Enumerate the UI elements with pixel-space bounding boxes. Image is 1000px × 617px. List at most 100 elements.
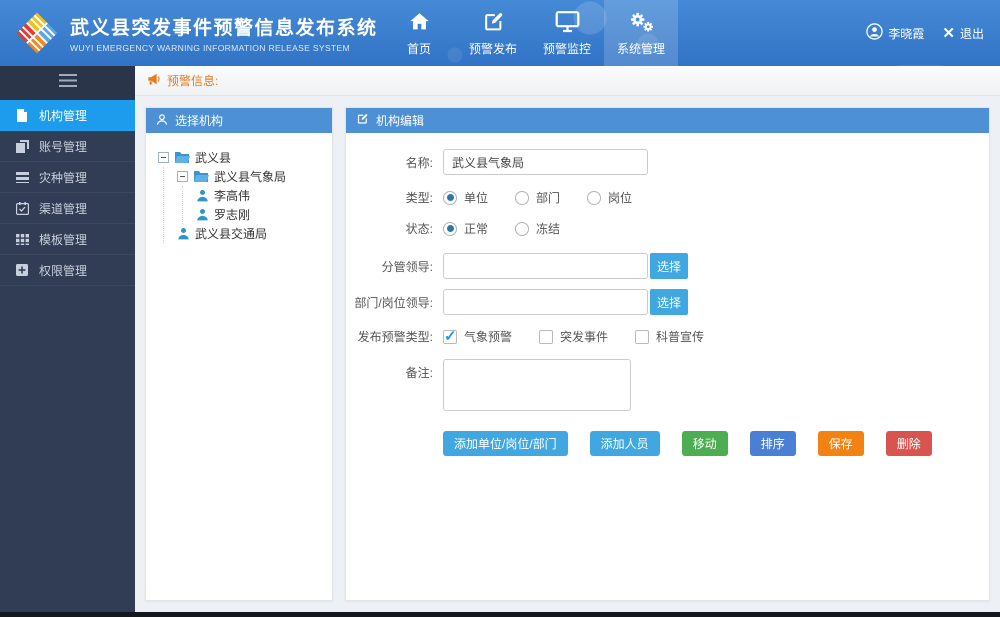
sidebar-collapse-button[interactable]: [0, 66, 135, 100]
nav-item-warning-monitor[interactable]: 预警监控: [530, 0, 604, 66]
calendar-icon: [15, 202, 29, 215]
brand: 武义县突发事件预警信息发布系统 WUYI EMERGENCY WARNING I…: [0, 0, 382, 66]
type-option-unit[interactable]: 单位: [443, 189, 488, 206]
gears-icon: [628, 9, 654, 33]
sidebar-item-template-management[interactable]: 模板管理: [0, 224, 135, 255]
tree-collapse-icon[interactable]: [158, 152, 169, 163]
tree-node-weather-bureau[interactable]: 武义县气象局: [177, 167, 326, 186]
leader-row: 分管领导: 选择: [346, 253, 989, 279]
org-edit-form: 名称: 类型: 单位 部门: [346, 133, 989, 456]
tree-node-transport-bureau[interactable]: 武义县交通局: [177, 224, 326, 243]
leader-input[interactable]: [443, 253, 648, 279]
person-icon: [177, 227, 190, 240]
remark-textarea[interactable]: [443, 359, 631, 411]
sidebar-item-label: 渠道管理: [39, 200, 87, 217]
add-org-button[interactable]: 添加单位/岗位/部门: [443, 431, 568, 456]
option-label: 冻结: [536, 220, 560, 237]
radio-frozen[interactable]: [515, 222, 529, 236]
sidebar-item-org-management[interactable]: 机构管理: [0, 100, 135, 131]
nav-label: 预警监控: [543, 40, 591, 57]
dept-leader-input[interactable]: [443, 289, 648, 315]
tree-node-person-2[interactable]: 罗志刚: [196, 205, 326, 224]
app-title: 武义县突发事件预警信息发布系统: [70, 13, 378, 40]
logout-button[interactable]: ✕ 退出: [942, 25, 984, 42]
name-input[interactable]: [443, 149, 648, 175]
user-menu[interactable]: 李晓霞: [866, 23, 924, 43]
content-panels: 选择机构 武义县: [135, 96, 1000, 612]
status-row: 状态: 正常 冻结: [346, 220, 989, 237]
nav-item-system-management[interactable]: 系统管理: [604, 0, 678, 66]
user-name: 李晓霞: [888, 25, 924, 42]
move-button[interactable]: 移动: [682, 431, 728, 456]
nav-item-home[interactable]: 首页: [382, 0, 456, 66]
add-person-button[interactable]: 添加人员: [590, 431, 660, 456]
checkbox-emergency-event[interactable]: [539, 330, 553, 344]
sidebar-item-label: 灾种管理: [39, 169, 87, 186]
notice-bar: 预警信息:: [135, 66, 1000, 96]
nav-label: 首页: [407, 40, 431, 57]
type-option-post[interactable]: 岗位: [587, 189, 632, 206]
copy-icon: [15, 140, 29, 153]
checkbox-weather-warning[interactable]: [443, 330, 457, 344]
option-label: 单位: [464, 189, 488, 206]
app-logo-icon: [14, 10, 60, 56]
status-option-normal[interactable]: 正常: [443, 220, 488, 237]
radio-post[interactable]: [587, 191, 601, 205]
warning-type-weather[interactable]: 气象预警: [443, 328, 512, 345]
monitor-icon: [555, 9, 580, 33]
sidebar-item-account-management[interactable]: 账号管理: [0, 131, 135, 162]
list-icon: [15, 172, 29, 183]
brand-titles: 武义县突发事件预警信息发布系统 WUYI EMERGENCY WARNING I…: [70, 13, 378, 53]
bottom-strip: [0, 612, 1000, 617]
main-content: 预警信息: 选择机构: [135, 66, 1000, 612]
warning-type-row: 发布预警类型: 气象预警 突发事件 科普宣传: [346, 328, 989, 345]
org-panel-header: 选择机构: [146, 108, 332, 133]
option-label: 气象预警: [464, 328, 512, 345]
sidebar-item-label: 机构管理: [39, 107, 87, 124]
sort-button[interactable]: 排序: [750, 431, 796, 456]
edit-panel-header: 机构编辑: [346, 108, 989, 133]
org-tree: 武义县 武义县气象局: [146, 133, 332, 249]
sidebar-item-disaster-type-management[interactable]: 灾种管理: [0, 162, 135, 193]
delete-button[interactable]: 删除: [886, 431, 932, 456]
checkbox-science-promo[interactable]: [635, 330, 649, 344]
sidebar-item-permission-management[interactable]: 权限管理: [0, 255, 135, 286]
edit-icon: [356, 113, 369, 128]
radio-normal[interactable]: [443, 222, 457, 236]
warning-type-emergency[interactable]: 突发事件: [539, 328, 608, 345]
app-subtitle: WUYI EMERGENCY WARNING INFORMATION RELEA…: [70, 43, 378, 53]
user-avatar-icon: [866, 23, 883, 43]
document-icon: [15, 109, 29, 122]
user-area: 李晓霞 ✕ 退出: [866, 0, 1000, 66]
tree-node-label: 武义县: [195, 149, 231, 166]
remark-label: 备注:: [346, 359, 443, 381]
nav-label: 预警发布: [469, 40, 517, 57]
folder-icon: [193, 170, 209, 183]
type-row: 类型: 单位 部门 岗位: [346, 189, 989, 206]
logout-label: 退出: [960, 25, 984, 42]
tree-node-county[interactable]: 武义县: [158, 148, 326, 167]
type-option-department[interactable]: 部门: [515, 189, 560, 206]
org-select-panel: 选择机构 武义县: [145, 107, 333, 601]
edit-icon: [482, 9, 505, 33]
tree-node-label: 李高伟: [214, 187, 250, 204]
nav-label: 系统管理: [617, 40, 665, 57]
close-icon: ✕: [942, 26, 955, 41]
hamburger-icon: [59, 74, 77, 92]
dept-leader-label: 部门/岗位领导:: [346, 294, 443, 311]
sidebar-item-channel-management[interactable]: 渠道管理: [0, 193, 135, 224]
plus-square-icon: [15, 264, 29, 276]
radio-unit[interactable]: [443, 191, 457, 205]
status-option-frozen[interactable]: 冻结: [515, 220, 560, 237]
action-buttons: 添加单位/岗位/部门 添加人员 移动 排序 保存 删除: [443, 431, 989, 456]
warning-type-science[interactable]: 科普宣传: [635, 328, 704, 345]
dept-leader-select-button[interactable]: 选择: [650, 289, 688, 315]
save-button[interactable]: 保存: [818, 431, 864, 456]
tree-collapse-icon[interactable]: [177, 171, 188, 182]
tree-node-person-1[interactable]: 李高伟: [196, 186, 326, 205]
radio-department[interactable]: [515, 191, 529, 205]
nav-item-warning-publish[interactable]: 预警发布: [456, 0, 530, 66]
option-label: 科普宣传: [656, 328, 704, 345]
home-icon: [408, 9, 431, 33]
leader-select-button[interactable]: 选择: [650, 253, 688, 279]
